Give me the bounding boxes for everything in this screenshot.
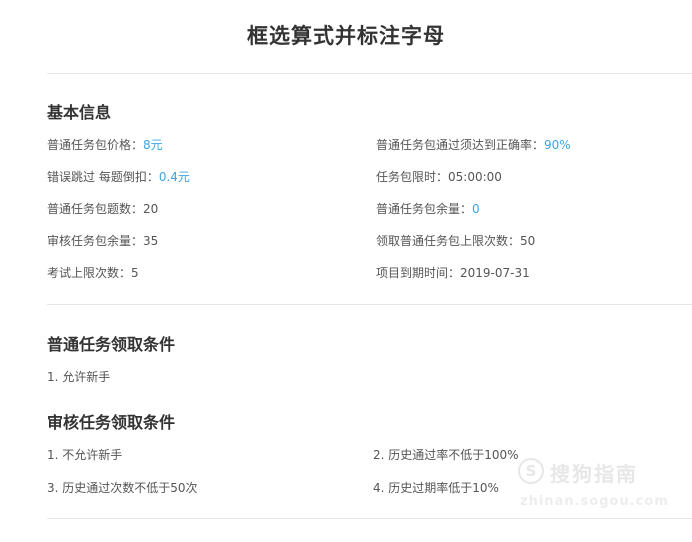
- field-value: 0.4元: [158, 170, 190, 184]
- field-label: 错误跳过 每题倒扣：: [47, 170, 159, 184]
- divider-top: [47, 73, 692, 74]
- sogou-logo-icon: S: [518, 458, 544, 484]
- review-conditions-heading: 审核任务领取条件: [47, 413, 176, 432]
- page-title: 框选算式并标注字母: [247, 24, 445, 48]
- field-value: 8元: [143, 138, 163, 152]
- field-label: 普通任务包价格：: [47, 138, 144, 152]
- field-normal-package-question-count: 普通任务包题数：20: [47, 201, 158, 217]
- field-exam-limit: 考试上限次数：5: [47, 265, 139, 281]
- field-value: 5: [131, 266, 139, 280]
- field-normal-package-price: 普通任务包价格：8元: [47, 137, 163, 153]
- field-value: 90%: [544, 138, 571, 152]
- basic-info-heading: 基本信息: [47, 103, 112, 122]
- field-value: 20: [143, 202, 159, 216]
- watermark-url: zhinan.sogou.com: [520, 494, 669, 509]
- watermark-brand: 搜狗指南: [550, 462, 638, 486]
- field-label: 普通任务包题数：: [47, 202, 144, 216]
- field-claim-limit: 领取普通任务包上限次数：50: [376, 233, 535, 249]
- review-condition-item: 4. 历史过期率低于10%: [373, 481, 499, 495]
- field-label: 审核任务包余量：: [47, 234, 144, 248]
- normal-conditions-heading: 普通任务领取条件: [47, 335, 176, 354]
- field-label: 领取普通任务包上限次数：: [376, 234, 521, 248]
- field-value: 50: [520, 234, 536, 248]
- field-label: 普通任务包通过须达到正确率：: [376, 138, 545, 152]
- field-label: 普通任务包余量：: [376, 202, 473, 216]
- field-review-package-remaining: 审核任务包余量：35: [47, 233, 158, 249]
- field-normal-package-remaining: 普通任务包余量：0: [376, 201, 480, 217]
- field-value: 2019-07-31: [460, 266, 530, 280]
- field-label: 任务包限时：: [376, 170, 449, 184]
- field-error-skip-deduction: 错误跳过 每题倒扣：0.4元: [47, 169, 190, 185]
- review-condition-item: 2. 历史通过率不低于100%: [373, 448, 519, 462]
- divider-bottom: [47, 518, 692, 519]
- field-value: 05:00:00: [448, 170, 502, 184]
- field-value: 0: [472, 202, 480, 216]
- field-project-expiry: 项目到期时间：2019-07-31: [376, 265, 530, 281]
- field-value: 35: [143, 234, 159, 248]
- normal-condition-item: 1. 允许新手: [47, 370, 111, 384]
- field-label: 考试上限次数：: [47, 266, 132, 280]
- field-required-accuracy: 普通任务包通过须达到正确率：90%: [376, 137, 571, 153]
- sogou-watermark: S 搜狗指南 zhinan.sogou.com: [518, 456, 688, 516]
- divider-middle: [47, 304, 692, 305]
- field-label: 项目到期时间：: [376, 266, 461, 280]
- review-condition-item: 3. 历史通过次数不低于50次: [47, 481, 198, 495]
- review-condition-item: 1. 不允许新手: [47, 448, 123, 462]
- field-package-time-limit: 任务包限时：05:00:00: [376, 169, 502, 185]
